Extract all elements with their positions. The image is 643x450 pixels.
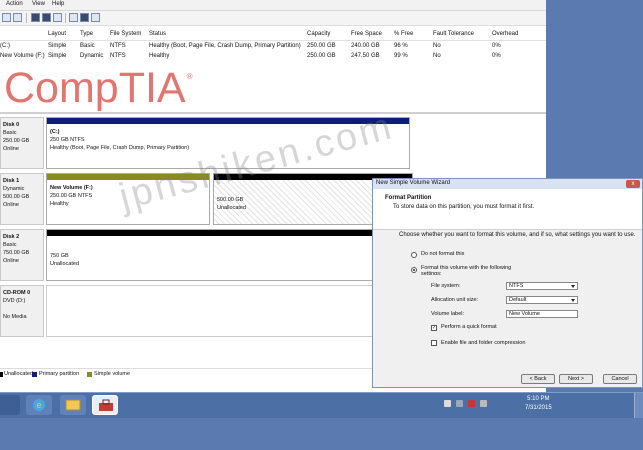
flag-icon[interactable] [444,400,451,407]
quick-format-checkbox[interactable]: ✓ [431,325,437,331]
col-overhead[interactable]: Overhead [492,31,518,37]
next-button[interactable]: Next > [559,374,593,384]
wizard-titlebar[interactable]: New Simple Volume Wizard x [373,179,642,189]
ie-icon[interactable]: e [26,395,52,415]
toolbox-icon[interactable] [92,395,118,415]
help-icon[interactable] [53,13,62,22]
properties-icon[interactable] [42,13,51,22]
table-row[interactable]: (C:) Simple Basic NTFS Healthy (Boot, Pa… [0,42,546,52]
rescan-icon[interactable] [69,13,78,22]
network-icon[interactable] [456,400,463,407]
toolbar [0,11,546,26]
toolbar-separator [26,13,27,23]
menu-action[interactable]: Action [6,1,23,7]
chevron-down-icon [571,285,575,288]
chevron-down-icon [571,299,575,302]
close-icon[interactable]: x [626,180,640,188]
cancel-button[interactable]: Cancel [603,374,637,384]
col-fault-tolerance[interactable]: Fault Tolerance [433,31,474,37]
col-free-space[interactable]: Free Space [351,31,382,37]
col-file-system[interactable]: File System [110,31,141,37]
console-tree-icon[interactable] [31,13,40,22]
col-layout[interactable]: Layout [48,31,66,37]
col-type[interactable]: Type [80,31,93,37]
forward-icon[interactable] [13,13,22,22]
volume-icon[interactable] [480,400,487,407]
disk-2-unallocated[interactable]: 750 GB Unallocated [46,229,416,281]
col-capacity[interactable]: Capacity [307,31,330,37]
back-button[interactable]: < Back [521,374,555,384]
settings-icon[interactable] [80,13,89,22]
volume-label-label: Volume label: [431,311,465,317]
file-system-label: File system: [431,283,461,289]
compression-checkbox[interactable] [431,340,437,346]
format-radio[interactable] [411,267,417,273]
start-button[interactable] [0,395,20,415]
wizard-subheading: To store data on this partition, you mus… [393,204,535,210]
volume-label-input[interactable]: New Volume [506,310,578,318]
system-tray [440,400,500,410]
wizard-question: Choose whether you want to format this v… [399,232,636,238]
col-pct-free[interactable]: % Free [394,31,413,37]
wizard-header: Format Partition To store data on this p… [373,189,642,230]
quick-format-label: Perform a quick format [441,324,497,330]
unallocated-bar [47,230,415,236]
wizard-heading: Format Partition [385,195,432,201]
disk-2-label[interactable]: Disk 2 Basic 750.00 GB Online [0,229,44,281]
legend-primary-swatch [32,372,37,377]
back-icon[interactable] [2,13,11,22]
alert-icon[interactable] [468,400,475,407]
disk-1-label[interactable]: Disk 1 Dynamic 500.00 GB Online [0,173,44,225]
menu-help[interactable]: Help [52,1,64,7]
menu-bar: Action View Help [0,0,546,11]
col-status[interactable]: Status [149,31,166,37]
taskbar: e 5:10 PM 7/31/2015 [0,392,643,418]
disk-0-label[interactable]: Disk 0 Basic 250.00 GB Online [0,117,44,169]
format-label: Format this volume with the following se… [421,265,512,275]
table-row[interactable]: New Volume (F:) Simple Dynamic NTFS Heal… [0,52,546,62]
show-desktop-button[interactable] [634,393,643,418]
menu-view[interactable]: View [32,1,45,7]
no-format-label: Do not format this volume [421,251,465,257]
explorer-icon[interactable] [60,395,86,415]
legend-simple-swatch [87,372,92,377]
new-simple-volume-wizard: New Simple Volume Wizard x Format Partit… [372,178,643,388]
clock[interactable]: 5:10 PM 7/31/2015 [525,395,552,413]
file-system-select[interactable]: NTFS [506,282,578,290]
comptia-logo: CompTIA® [4,64,193,112]
compression-label: Enable file and folder compression [441,340,526,346]
allocation-unit-size-select[interactable]: Default [506,296,578,304]
no-format-radio[interactable] [411,252,417,258]
pane-divider[interactable] [0,112,546,114]
allocation-unit-size-label: Allocation unit size: [431,297,479,303]
legend-unallocated-swatch [0,372,3,377]
cdrom-0-label[interactable]: CD-ROM 0 DVD (D:) No Media [0,285,44,337]
svg-text:e: e [36,400,41,410]
toolbar-separator [65,13,66,23]
list-icon[interactable] [91,13,100,22]
volume-list-header: Layout Type File System Status Capacity … [0,30,546,41]
